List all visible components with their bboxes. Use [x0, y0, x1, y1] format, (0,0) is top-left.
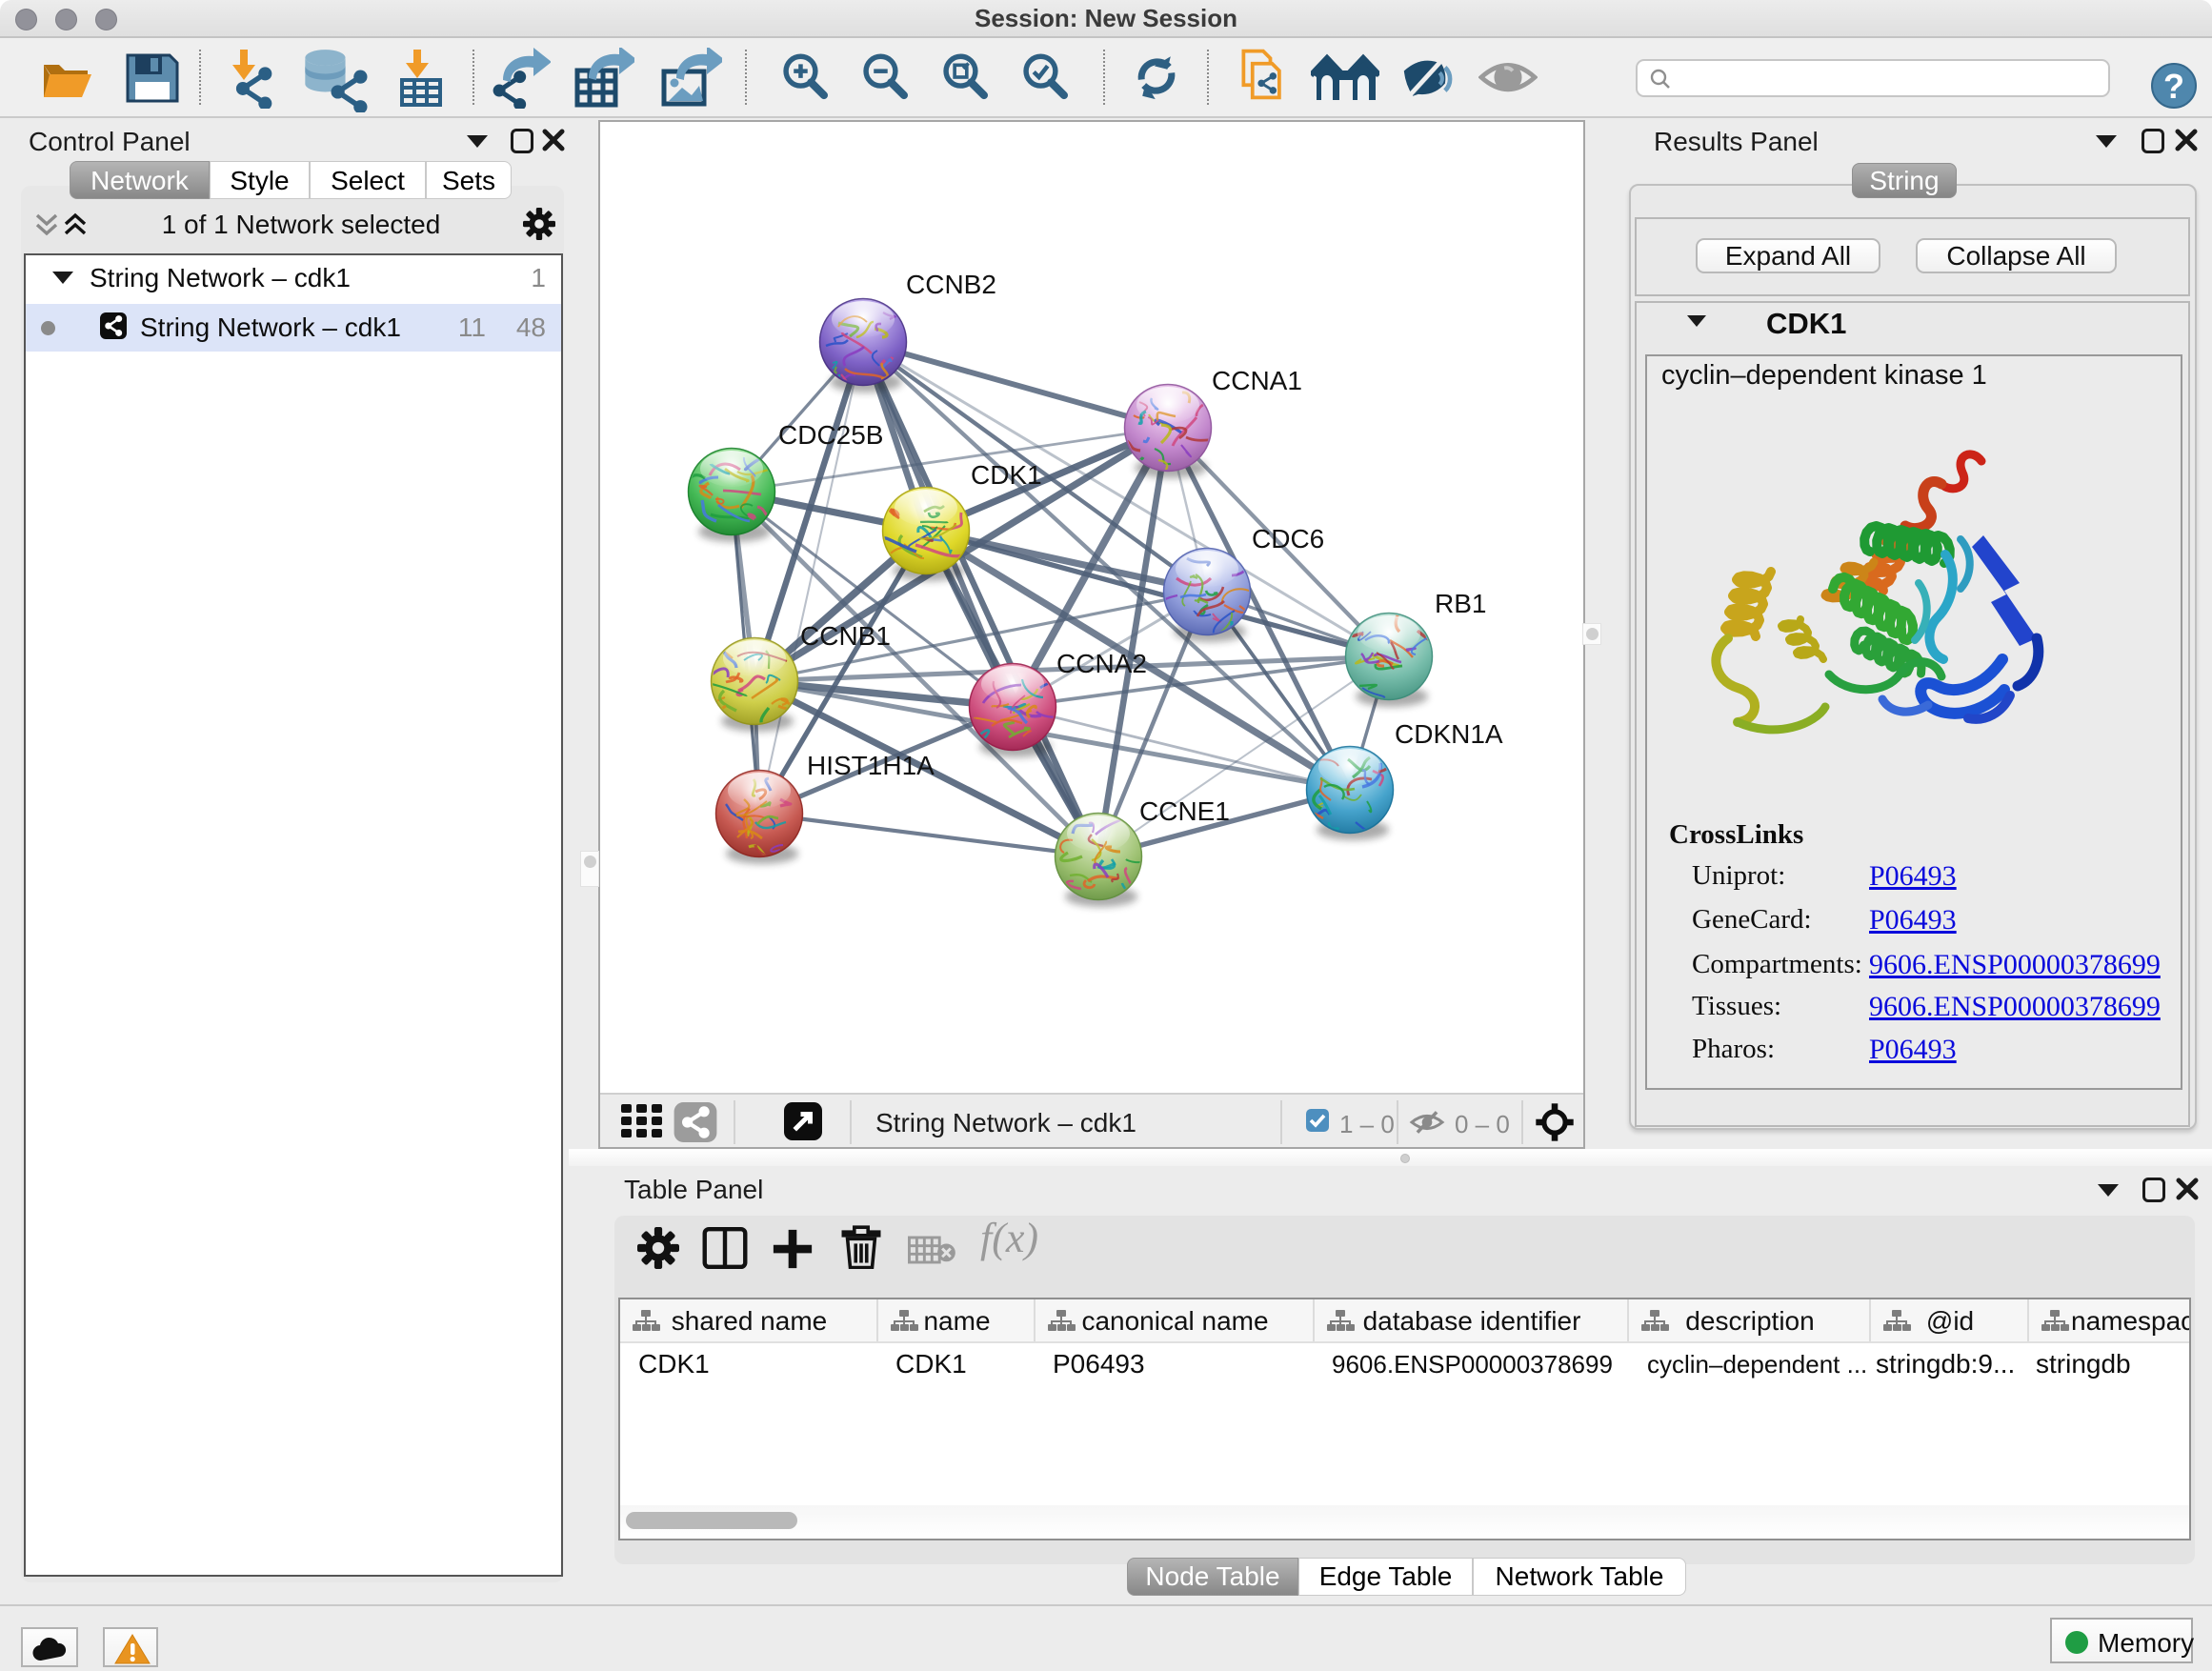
svg-text:CDKN1A: CDKN1A	[1395, 719, 1503, 749]
svg-text:CCNA1: CCNA1	[1212, 366, 1302, 395]
svg-text:CCNE1: CCNE1	[1139, 796, 1230, 826]
svg-text:CDC25B: CDC25B	[778, 420, 883, 450]
svg-text:CCNA2: CCNA2	[1056, 649, 1147, 678]
svg-text:RB1: RB1	[1435, 589, 1486, 618]
svg-text:CDK1: CDK1	[971, 460, 1042, 490]
svg-text:CDC6: CDC6	[1252, 524, 1324, 554]
svg-text:CCNB1: CCNB1	[800, 621, 891, 651]
svg-text:CCNB2: CCNB2	[906, 270, 996, 299]
svg-text:HIST1H1A: HIST1H1A	[807, 751, 935, 780]
